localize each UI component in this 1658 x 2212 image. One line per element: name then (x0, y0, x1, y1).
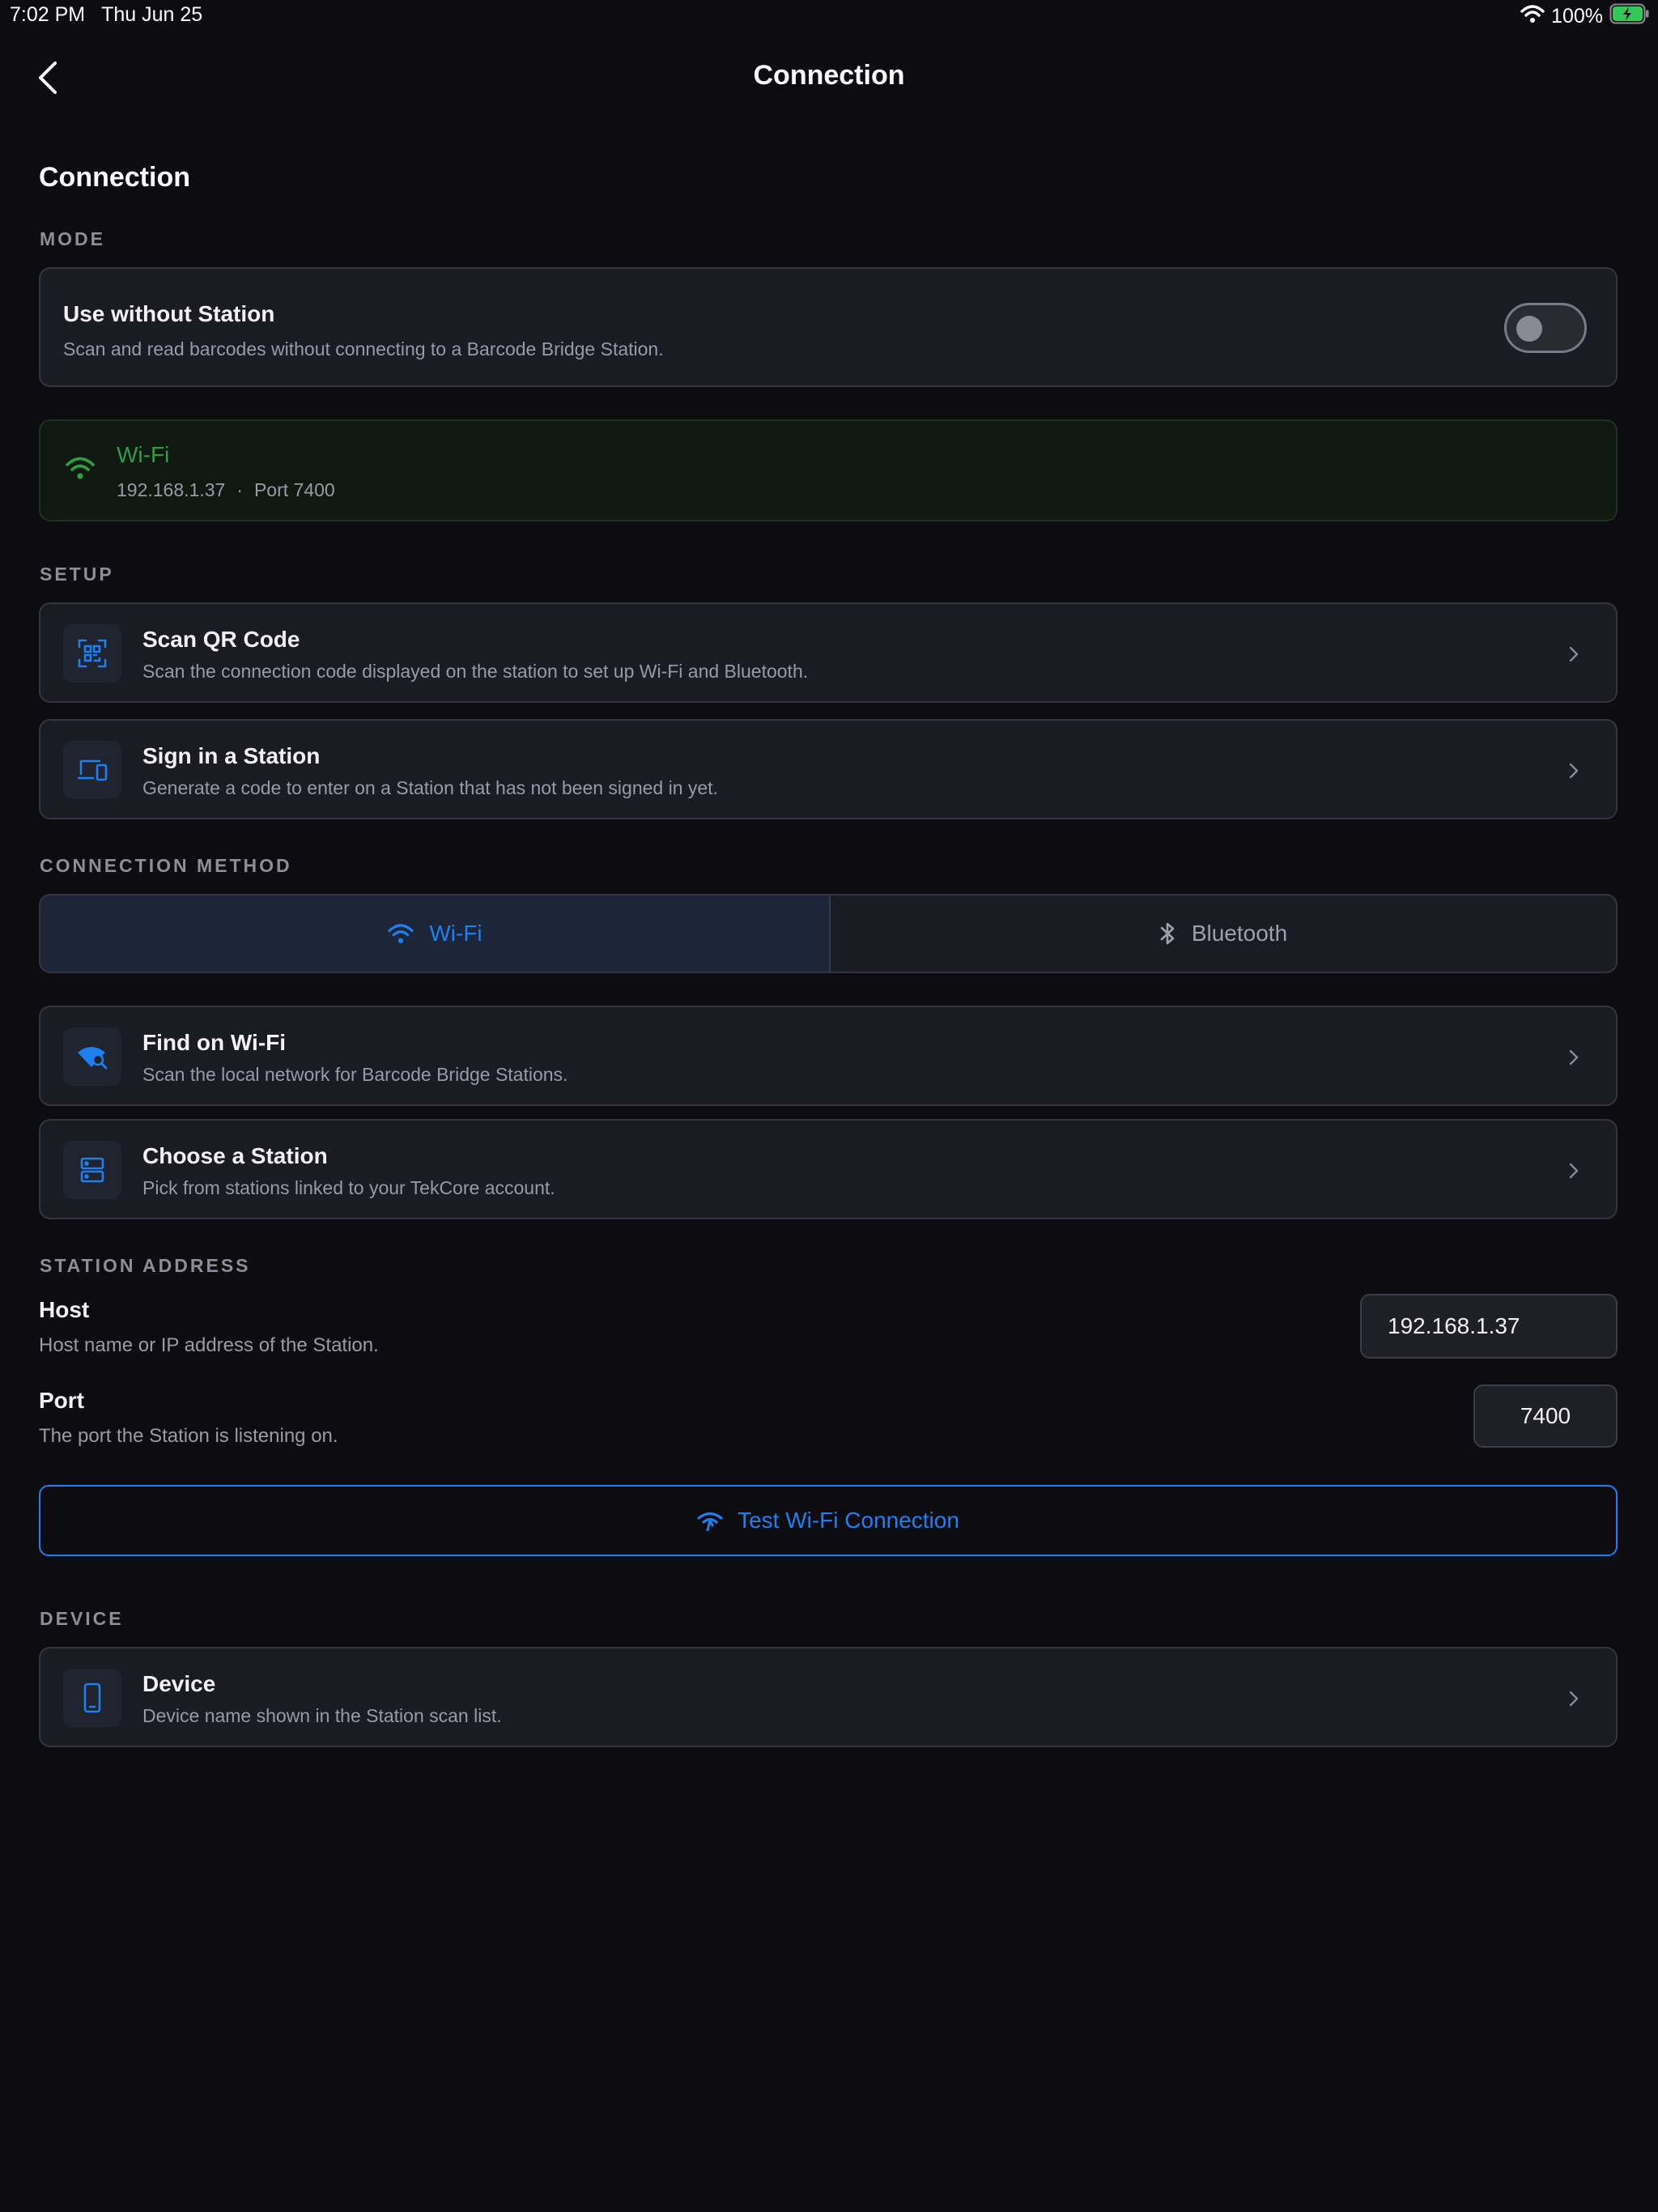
page-title: Connection (39, 162, 190, 193)
toggle-knob (1516, 316, 1542, 342)
choose-station-subtitle: Pick from stations linked to your TekCor… (142, 1177, 555, 1198)
chevron-right-icon (1564, 1048, 1584, 1067)
bluetooth-icon (1160, 922, 1175, 945)
status-date: Thu Jun 25 (101, 3, 203, 26)
device-subtitle: Device name shown in the Station scan li… (142, 1705, 502, 1726)
test-wifi-connection-label: Test Wi-Fi Connection (738, 1508, 959, 1533)
segment-bluetooth-label: Bluetooth (1191, 921, 1288, 946)
find-on-wifi-row[interactable]: Find on Wi-Fi Scan the local network for… (39, 1006, 1618, 1106)
wifi-icon (388, 924, 414, 943)
battery-percent: 100% (1551, 5, 1603, 28)
scan-qr-code-row[interactable]: Scan QR Code Scan the connection code di… (39, 602, 1618, 703)
host-label: Host (39, 1297, 90, 1322)
segment-bluetooth[interactable]: Bluetooth (831, 895, 1616, 972)
find-on-wifi-title: Find on Wi-Fi (142, 1030, 287, 1055)
section-label-mode: MODE (40, 228, 105, 249)
wifi-search-icon (63, 1027, 121, 1086)
choose-station-row[interactable]: Choose a Station Pick from stations link… (39, 1119, 1618, 1219)
connection-port: Port 7400 (253, 479, 335, 500)
mode-title: Use without Station (63, 301, 275, 326)
connection-separator: · (236, 479, 243, 500)
chevron-right-icon (1564, 1161, 1584, 1180)
port-description: The port the Station is listening on. (39, 1425, 338, 1447)
port-input[interactable] (1473, 1385, 1618, 1448)
section-label-station-address: STATION ADDRESS (40, 1255, 251, 1276)
host-description: Host name or IP address of the Station. (39, 1334, 379, 1356)
mode-subtitle: Scan and read barcodes without connectin… (63, 338, 664, 359)
server-icon (63, 1141, 121, 1199)
scan-qr-title: Scan QR Code (142, 627, 300, 652)
status-bar-right: 100% (1520, 3, 1650, 30)
connection-status-banner: Wi-Fi 192.168.1.37 · Port 7400 (39, 419, 1618, 521)
connection-status-title: Wi-Fi (117, 442, 170, 467)
wifi-status-icon (1520, 4, 1545, 29)
segment-wifi[interactable]: Wi-Fi (40, 895, 831, 972)
phone-icon (63, 1669, 121, 1727)
find-on-wifi-subtitle: Scan the local network for Barcode Bridg… (142, 1064, 568, 1085)
chevron-right-icon (1564, 761, 1584, 781)
signal-icon (697, 1512, 723, 1531)
connection-host: 192.168.1.37 (117, 479, 226, 500)
chevron-right-icon (1564, 644, 1584, 664)
connection-method-segmented-control: Wi-Fi Bluetooth (39, 894, 1618, 973)
host-input[interactable] (1360, 1294, 1618, 1359)
chevron-right-icon (1564, 1689, 1584, 1708)
test-wifi-connection-button[interactable]: Test Wi-Fi Connection (39, 1485, 1618, 1556)
use-without-station-card: Use without Station Scan and read barcod… (39, 267, 1618, 387)
status-bar-left: 7:02 PM Thu Jun 25 (10, 3, 202, 27)
sign-in-station-row[interactable]: Sign in a Station Generate a code to ent… (39, 719, 1618, 819)
battery-icon (1609, 3, 1650, 30)
device-title: Device (142, 1671, 216, 1696)
sign-in-station-subtitle: Generate a code to enter on a Station th… (142, 777, 718, 798)
device-row[interactable]: Device Device name shown in the Station … (39, 1647, 1618, 1747)
devices-icon (63, 741, 121, 799)
port-label: Port (39, 1388, 84, 1413)
wifi-icon (65, 455, 96, 485)
choose-station-title: Choose a Station (142, 1143, 328, 1168)
qr-scan-icon (63, 624, 121, 683)
scan-qr-subtitle: Scan the connection code displayed on th… (142, 661, 809, 682)
segment-wifi-label: Wi-Fi (429, 921, 483, 946)
sign-in-station-title: Sign in a Station (142, 743, 321, 768)
section-label-device: DEVICE (40, 1608, 124, 1629)
section-label-setup: SETUP (40, 564, 114, 585)
nav-title: Connection (753, 60, 905, 91)
status-time: 7:02 PM (10, 3, 86, 26)
use-without-station-toggle[interactable] (1504, 303, 1587, 353)
section-label-connection-method: CONNECTION METHOD (40, 855, 292, 876)
